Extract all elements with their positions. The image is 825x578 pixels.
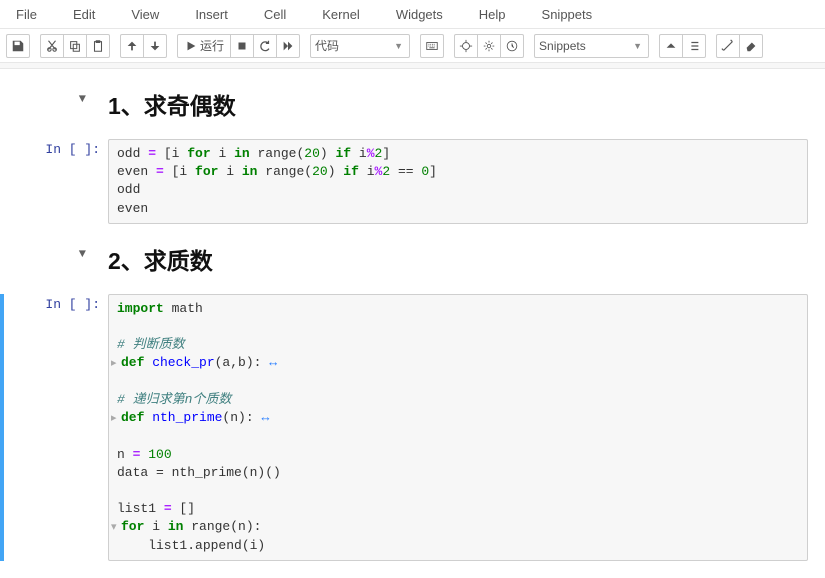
markdown-cell[interactable]: ▼ 1、求奇偶数 bbox=[0, 87, 825, 121]
variable-inspector-button[interactable] bbox=[454, 34, 478, 58]
code-cell[interactable]: In [ ]: import math # 判断质数 ▸def check_pr… bbox=[0, 294, 825, 561]
copy-button[interactable] bbox=[63, 34, 87, 58]
restart-button[interactable] bbox=[253, 34, 277, 58]
cut-icon bbox=[45, 39, 59, 53]
scratchpad-button[interactable] bbox=[739, 34, 763, 58]
keyboard-icon bbox=[425, 39, 439, 53]
interrupt-button[interactable] bbox=[230, 34, 254, 58]
toggle-header-button[interactable] bbox=[659, 34, 683, 58]
toolbar: 运行 代码 ▼ Snippets ▼ bbox=[0, 29, 825, 63]
celltype-select[interactable]: 代码 ▼ bbox=[310, 34, 410, 58]
clock-icon bbox=[505, 39, 519, 53]
paste-icon bbox=[91, 39, 105, 53]
copy-icon bbox=[68, 39, 82, 53]
menu-file[interactable]: File bbox=[4, 3, 55, 26]
celltype-value: 代码 bbox=[315, 37, 339, 54]
menu-view[interactable]: View bbox=[113, 3, 177, 26]
save-icon bbox=[11, 39, 25, 53]
menu-kernel[interactable]: Kernel bbox=[304, 3, 378, 26]
move-up-button[interactable] bbox=[120, 34, 144, 58]
wand-icon bbox=[721, 39, 735, 53]
menu-insert[interactable]: Insert bbox=[177, 3, 246, 26]
chevron-up-icon bbox=[664, 39, 678, 53]
gear-icon bbox=[482, 39, 496, 53]
restart-icon bbox=[258, 39, 272, 53]
play-icon bbox=[184, 39, 198, 53]
crosshair-icon bbox=[459, 39, 473, 53]
menu-cell[interactable]: Cell bbox=[246, 3, 304, 26]
save-button[interactable] bbox=[6, 34, 30, 58]
menu-widgets[interactable]: Widgets bbox=[378, 3, 461, 26]
code-cell[interactable]: In [ ]: odd = [i for i in range(20) if i… bbox=[0, 139, 825, 224]
fold-arrow-icon[interactable]: ↔ bbox=[261, 355, 277, 370]
fold-arrow-icon[interactable]: ↔ bbox=[254, 410, 270, 425]
in-prompt: In [ ]: bbox=[45, 142, 100, 224]
toc-button[interactable] bbox=[682, 34, 706, 58]
collapse-caret-icon[interactable]: ▼ bbox=[79, 247, 86, 276]
notebook-container: ▼ 1、求奇偶数 In [ ]: odd = [i for i in range… bbox=[0, 69, 825, 561]
heading-2: 2、求质数 bbox=[108, 242, 213, 276]
menu-snippets[interactable]: Snippets bbox=[524, 3, 611, 26]
chevron-down-icon: ▼ bbox=[394, 41, 403, 51]
in-prompt: In [ ]: bbox=[45, 297, 100, 561]
stop-icon bbox=[235, 39, 249, 53]
cut-button[interactable] bbox=[40, 34, 64, 58]
fold-gutter-icon[interactable]: ▸ bbox=[111, 357, 119, 372]
codefolding-button[interactable] bbox=[500, 34, 524, 58]
arrow-up-icon bbox=[125, 39, 139, 53]
code-input[interactable]: import math # 判断质数 ▸def check_pr(a,b): ↔… bbox=[108, 294, 808, 561]
snippet-select[interactable]: Snippets ▼ bbox=[534, 34, 649, 58]
run-button[interactable]: 运行 bbox=[177, 34, 231, 58]
fold-gutter-icon[interactable]: ▸ bbox=[111, 412, 119, 427]
eraser-icon bbox=[744, 39, 758, 53]
fast-forward-icon bbox=[281, 39, 295, 53]
snippet-value: Snippets bbox=[539, 39, 586, 53]
menubar: File Edit View Insert Cell Kernel Widget… bbox=[0, 0, 825, 29]
markdown-cell[interactable]: ▼ 2、求质数 bbox=[0, 242, 825, 276]
move-down-button[interactable] bbox=[143, 34, 167, 58]
run-label: 运行 bbox=[200, 37, 224, 54]
nbextensions-button[interactable] bbox=[477, 34, 501, 58]
autopep8-button[interactable] bbox=[716, 34, 740, 58]
menu-edit[interactable]: Edit bbox=[55, 3, 113, 26]
command-palette-button[interactable] bbox=[420, 34, 444, 58]
code-input[interactable]: odd = [i for i in range(20) if i%2] even… bbox=[108, 139, 808, 224]
arrow-down-icon bbox=[148, 39, 162, 53]
paste-button[interactable] bbox=[86, 34, 110, 58]
chevron-down-icon: ▼ bbox=[633, 41, 642, 51]
list-icon bbox=[687, 39, 701, 53]
restart-run-all-button[interactable] bbox=[276, 34, 300, 58]
heading-1: 1、求奇偶数 bbox=[108, 87, 236, 121]
fold-gutter-icon[interactable]: ▾ bbox=[111, 521, 119, 536]
collapse-caret-icon[interactable]: ▼ bbox=[79, 92, 86, 121]
menu-help[interactable]: Help bbox=[461, 3, 524, 26]
